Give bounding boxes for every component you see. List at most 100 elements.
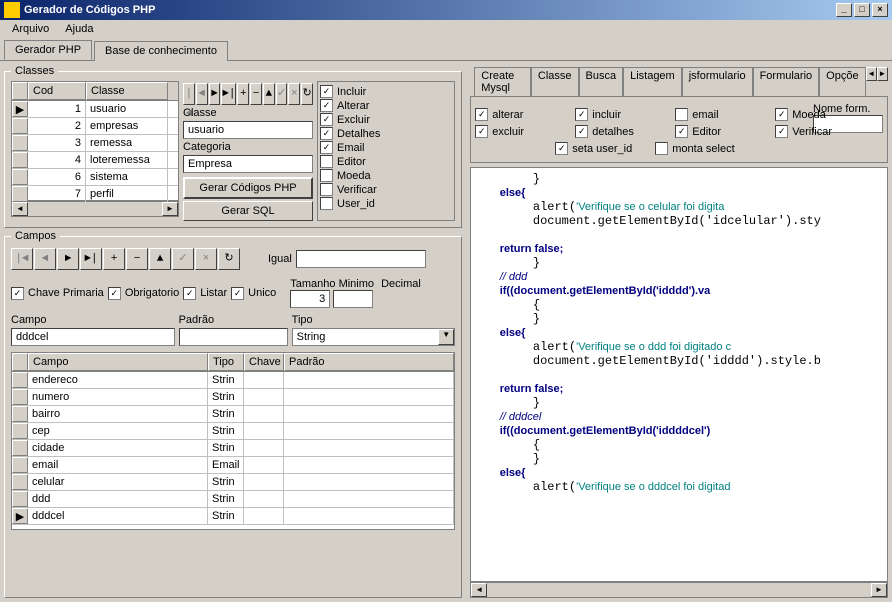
nav-first-icon[interactable]: |◄	[183, 83, 195, 105]
cb-Editor[interactable]	[320, 155, 333, 168]
cnav-prev-icon[interactable]: ◄	[34, 248, 56, 270]
cnav-del-icon[interactable]: −	[126, 248, 148, 270]
nav-last-icon[interactable]: ►|	[221, 83, 236, 105]
classes-grid[interactable]: Cod Classe ▶1usuario2empresas3remessa4lo…	[11, 81, 179, 201]
label-decimal: Decimal	[381, 278, 421, 290]
cb-Excluir[interactable]: ✓	[320, 113, 333, 126]
tab-formulario[interactable]: Formulario	[753, 67, 820, 96]
cb-incluir[interactable]: ✓	[575, 108, 588, 121]
cb-Alterar[interactable]: ✓	[320, 99, 333, 112]
code-editor[interactable]: } else{ alert('Verifique se o celular fo…	[470, 167, 888, 582]
col-cod[interactable]: Cod	[28, 82, 86, 100]
gerar-sql-button[interactable]: Gerar SQL	[183, 201, 313, 221]
nav-del-icon[interactable]: −	[250, 83, 262, 105]
tab-jsformulario[interactable]: jsformulario	[682, 67, 753, 96]
menu-arquivo[interactable]: Arquivo	[4, 22, 57, 36]
cnav-refresh-icon[interactable]: ↻	[218, 248, 240, 270]
cb-Incluir[interactable]: ✓	[320, 85, 333, 98]
cb-Email[interactable]: ✓	[320, 141, 333, 154]
tab-listagem[interactable]: Listagem	[623, 67, 682, 96]
cnav-edit-icon[interactable]: ▲	[149, 248, 171, 270]
campos-nav: |◄ ◄ ► ►| + − ▲ ✓ × ↻	[11, 248, 240, 270]
tab-classe[interactable]: Classe	[531, 67, 579, 96]
table-row[interactable]: 3remessa	[12, 135, 178, 152]
table-row[interactable]: 4loteremessa	[12, 152, 178, 169]
decimal-input[interactable]	[333, 290, 373, 308]
nav-post-icon[interactable]: ✓	[276, 83, 288, 105]
tab-base-conhecimento[interactable]: Base de conhecimento	[94, 41, 228, 61]
tab-gerador-php[interactable]: Gerador PHP	[4, 40, 92, 60]
cb-listar[interactable]: ✓	[183, 287, 196, 300]
titlebar: Gerador de Códigos PHP _ □ ×	[0, 0, 892, 20]
gerar-php-button[interactable]: Gerar Códigos PHP	[183, 177, 313, 199]
cnav-post-icon[interactable]: ✓	[172, 248, 194, 270]
nav-next-icon[interactable]: ►	[209, 83, 221, 105]
cnav-add-icon[interactable]: +	[103, 248, 125, 270]
tab-busca[interactable]: Busca	[579, 67, 624, 96]
table-row[interactable]: ▶dddcelStrin	[12, 508, 454, 525]
cb-email[interactable]	[675, 108, 688, 121]
campos-grid[interactable]: Campo Tipo Chave Padrão enderecoStrinnum…	[11, 352, 455, 530]
table-row[interactable]: dddStrin	[12, 491, 454, 508]
cb-unico[interactable]: ✓	[231, 287, 244, 300]
cb-monta select[interactable]	[655, 142, 668, 155]
tipo-select[interactable]: String▼	[292, 328, 456, 346]
table-row[interactable]: cidadeStrin	[12, 440, 454, 457]
table-row[interactable]: emailEmail	[12, 457, 454, 474]
table-row[interactable]: enderecoStrin	[12, 372, 454, 389]
tamanho-input[interactable]	[290, 290, 330, 308]
cb-Verificar[interactable]: ✓	[775, 125, 788, 138]
classes-hscroll[interactable]: ◄►	[11, 201, 179, 217]
tab-create-mysql[interactable]: Create Mysql	[474, 67, 531, 96]
cb-excluir[interactable]: ✓	[475, 125, 488, 138]
right-tabs: Create Mysql Classe Busca Listagem jsfor…	[470, 65, 888, 97]
cb-Editor[interactable]: ✓	[675, 125, 688, 138]
cb-detalhes[interactable]: ✓	[575, 125, 588, 138]
cnav-next-icon[interactable]: ►	[57, 248, 79, 270]
col-classe[interactable]: Classe	[86, 82, 168, 100]
cnav-cancel-icon[interactable]: ×	[195, 248, 217, 270]
menu-ajuda[interactable]: Ajuda	[57, 22, 101, 36]
cnav-first-icon[interactable]: |◄	[11, 248, 33, 270]
table-row[interactable]: bairroStrin	[12, 406, 454, 423]
tab-opcoes[interactable]: Opçõe	[819, 67, 865, 96]
table-row[interactable]: celularStrin	[12, 474, 454, 491]
table-row[interactable]: 6sistema	[12, 169, 178, 186]
label-tamanho: Tamanho Minimo	[290, 278, 374, 290]
categoria-input[interactable]	[183, 155, 313, 173]
nav-prev-icon[interactable]: ◄	[196, 83, 208, 105]
table-row[interactable]: ▶1usuario	[12, 101, 178, 118]
menubar: Arquivo Ajuda	[0, 20, 892, 38]
padrao-input[interactable]	[179, 328, 288, 346]
table-row[interactable]: cepStrin	[12, 423, 454, 440]
cb-chave-primaria[interactable]: ✓	[11, 287, 24, 300]
classe-input[interactable]	[183, 121, 313, 139]
cb-User_id[interactable]	[320, 197, 333, 210]
igual-input[interactable]	[296, 250, 426, 268]
nav-cancel-icon[interactable]: ×	[288, 83, 300, 105]
tab-scroll-left-icon[interactable]: ◄	[866, 67, 877, 81]
tab-scroll-right-icon[interactable]: ►	[877, 67, 888, 81]
top-tabs: Gerador PHP Base de conhecimento	[0, 38, 892, 61]
cb-Verificar[interactable]	[320, 183, 333, 196]
cb-Moeda[interactable]	[320, 169, 333, 182]
table-row[interactable]: numeroStrin	[12, 389, 454, 406]
classes-fieldset: Classes Cod Classe ▶1usuario2empresas3re…	[4, 65, 462, 228]
campo-input[interactable]	[11, 328, 175, 346]
cb-alterar[interactable]: ✓	[475, 108, 488, 121]
maximize-button[interactable]: □	[854, 3, 870, 17]
nav-refresh-icon[interactable]: ↻	[301, 83, 313, 105]
table-row[interactable]: 7perfil	[12, 186, 178, 203]
cb-obrigatorio[interactable]: ✓	[108, 287, 121, 300]
code-hscroll[interactable]: ◄►	[470, 582, 888, 598]
minimize-button[interactable]: _	[836, 3, 852, 17]
cb-seta user_id[interactable]: ✓	[555, 142, 568, 155]
table-row[interactable]: 2empresas	[12, 118, 178, 135]
cnav-last-icon[interactable]: ►|	[80, 248, 102, 270]
cb-Detalhes[interactable]: ✓	[320, 127, 333, 140]
close-button[interactable]: ×	[872, 3, 888, 17]
label-categoria: Categoria	[183, 141, 313, 153]
nav-add-icon[interactable]: +	[237, 83, 249, 105]
cb-Moeda[interactable]: ✓	[775, 108, 788, 121]
nav-edit-icon[interactable]: ▲	[263, 83, 275, 105]
